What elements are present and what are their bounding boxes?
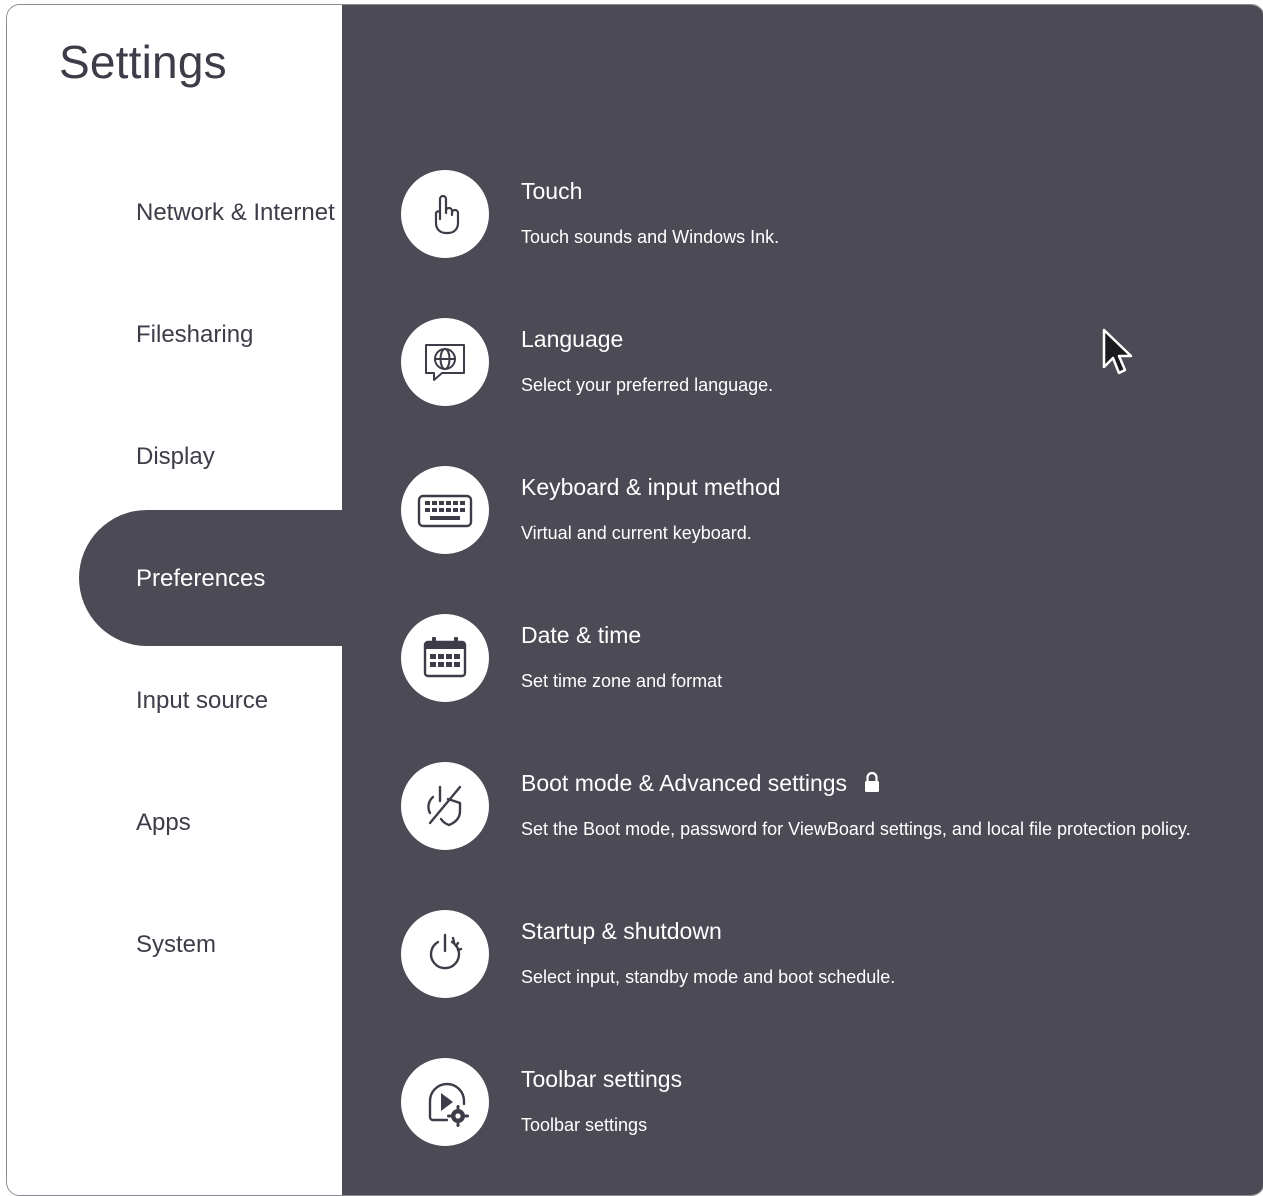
- sidebar-item-network-internet[interactable]: Network & Internet: [136, 199, 335, 227]
- setting-title: Date & time: [521, 622, 642, 648]
- setting-description: Set the Boot mode, password for ViewBoar…: [521, 819, 1191, 839]
- globe-speech-icon: [425, 344, 465, 381]
- date-time-icon-badge: [401, 614, 489, 702]
- setting-title: Touch: [521, 178, 583, 204]
- calendar-icon: [423, 637, 467, 678]
- settings-window: Settings Network & Internet Filesharing …: [6, 4, 1263, 1196]
- lock-icon: [865, 771, 880, 792]
- mouse-pointer-icon: [1102, 328, 1133, 375]
- sidebar-item-preferences[interactable]: Preferences: [136, 565, 265, 593]
- setting-description: Toolbar settings: [521, 1115, 648, 1135]
- sidebar-item-system[interactable]: System: [136, 931, 216, 959]
- touch-icon-badge: [401, 170, 489, 258]
- setting-description: Touch sounds and Windows Ink.: [521, 227, 780, 247]
- setting-title-text: Boot mode & Advanced settings: [521, 770, 848, 796]
- power-shield-icon: [427, 785, 462, 827]
- setting-description: Set time zone and format: [521, 671, 723, 691]
- setting-title: Startup & shutdown: [521, 918, 722, 944]
- setting-row-startup-shutdown[interactable]: Startup & shutdown Select input, standby…: [401, 910, 1261, 1000]
- setting-title: Language: [521, 326, 624, 352]
- keyboard-icon-badge: [401, 466, 489, 554]
- setting-title: Keyboard & input method: [521, 474, 781, 500]
- touch-hand-icon: [434, 194, 460, 235]
- sidebar-item-display[interactable]: Display: [136, 443, 215, 471]
- setting-row-touch[interactable]: Touch Touch sounds and Windows Ink.: [401, 170, 1261, 260]
- startup-icon-badge: [401, 910, 489, 998]
- page-title: Settings: [59, 36, 227, 88]
- sidebar-item-filesharing[interactable]: Filesharing: [136, 321, 253, 349]
- keyboard-icon: [417, 494, 473, 528]
- setting-row-keyboard[interactable]: Keyboard & input method Virtual and curr…: [401, 466, 1261, 556]
- power-icon: [429, 933, 463, 970]
- sidebar-item-input-source[interactable]: Input source: [136, 687, 268, 715]
- sidebar-item-apps[interactable]: Apps: [136, 809, 191, 837]
- toolbar-icon-badge: [401, 1058, 489, 1146]
- sidebar-background-lower: [7, 646, 342, 1195]
- boot-mode-icon-badge: [401, 762, 489, 850]
- setting-row-toolbar[interactable]: Toolbar settings Toolbar settings: [401, 1058, 1261, 1148]
- setting-row-boot-mode[interactable]: Boot mode & Advanced settings Set the Bo…: [401, 762, 1261, 852]
- setting-description: Select input, standby mode and boot sche…: [521, 967, 896, 987]
- language-icon-badge: [401, 318, 489, 406]
- setting-description: Select your preferred language.: [521, 375, 774, 395]
- setting-row-date-time[interactable]: Date & time Set time zone and format: [401, 614, 1261, 704]
- toolbar-play-gear-icon: [428, 1082, 469, 1127]
- setting-title: Toolbar settings: [521, 1066, 683, 1092]
- setting-title: Boot mode & Advanced settings: [521, 770, 881, 797]
- setting-description: Virtual and current keyboard.: [521, 523, 752, 543]
